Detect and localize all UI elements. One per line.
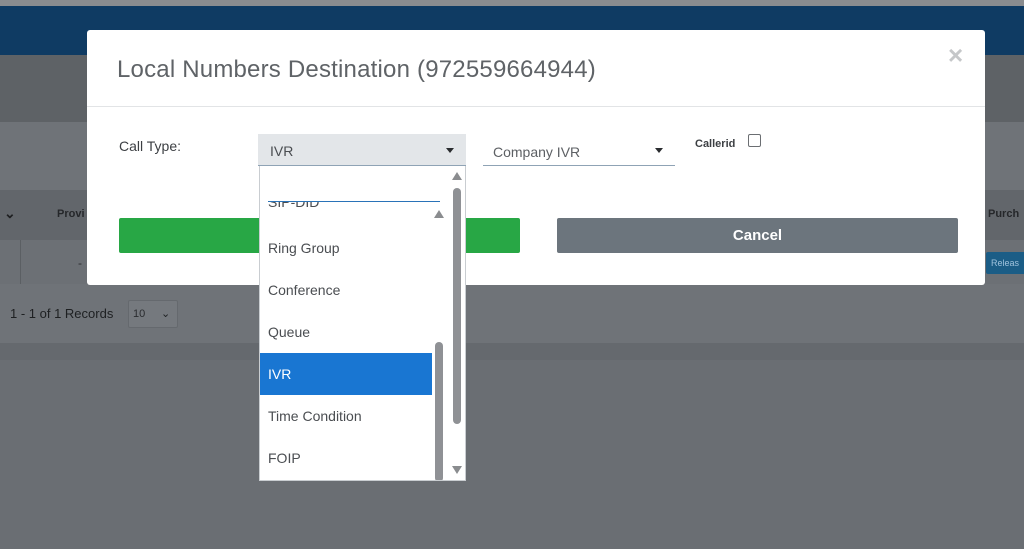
page-size-select[interactable]: 10 ⌄ [128, 300, 178, 328]
close-icon[interactable]: × [948, 42, 963, 68]
callerid-checkbox[interactable] [748, 134, 761, 147]
dropdown-option-ring-group[interactable]: Ring Group [260, 227, 432, 269]
release-button[interactable]: Releas [986, 252, 1024, 274]
dropdown-option-time-condition[interactable]: Time Condition [260, 395, 432, 437]
call-type-label: Call Type: [119, 138, 181, 154]
dropdown-option-foip[interactable]: FOIP [260, 437, 432, 479]
chevron-down-icon: ⌄ [161, 308, 171, 320]
caret-down-icon [446, 148, 454, 153]
footer-divider [0, 343, 1024, 360]
records-count: 1 - 1 of 1 Records [10, 306, 114, 321]
caret-down-icon [655, 148, 663, 153]
destination-select[interactable]: Company IVR [483, 134, 675, 166]
cancel-button[interactable]: Cancel [557, 218, 958, 253]
destination-value: Company IVR [493, 144, 581, 160]
call-type-value: IVR [270, 143, 294, 159]
scroll-down-icon[interactable] [452, 466, 462, 474]
modal-header: Local Numbers Destination (972559664944)… [87, 30, 985, 107]
call-type-dropdown: SIP-DID Ring Group Conference Queue IVR … [259, 166, 466, 481]
call-type-select[interactable]: IVR [258, 134, 466, 166]
callerid-label: Callerid [695, 138, 736, 150]
scrollbar-thumb[interactable] [453, 188, 461, 424]
column-header-provider[interactable]: Provi [57, 208, 85, 220]
dropdown-option-queue[interactable]: Queue [260, 311, 432, 353]
scroll-up-icon[interactable] [452, 172, 462, 180]
chevron-down-icon[interactable]: ⌄ [4, 205, 16, 222]
dropdown-option-ivr[interactable]: IVR [260, 353, 432, 395]
page-size-value: 10 [133, 308, 146, 320]
dropdown-list: SIP-DID Ring Group Conference Queue IVR … [260, 202, 432, 480]
column-header-purchase[interactable]: Purch [988, 208, 1019, 220]
modal-title: Local Numbers Destination (972559664944) [117, 56, 596, 83]
scroll-up-icon[interactable] [434, 210, 444, 218]
table-cell-value: - [78, 256, 82, 270]
dropdown-option-conference[interactable]: Conference [260, 269, 432, 311]
dropdown-search-input[interactable] [268, 172, 440, 202]
list-scrollbar[interactable] [434, 202, 444, 480]
destination-modal: Local Numbers Destination (972559664944)… [87, 30, 985, 285]
scrollbar-thumb[interactable] [435, 342, 443, 480]
dropdown-scrollbar[interactable] [450, 166, 464, 480]
